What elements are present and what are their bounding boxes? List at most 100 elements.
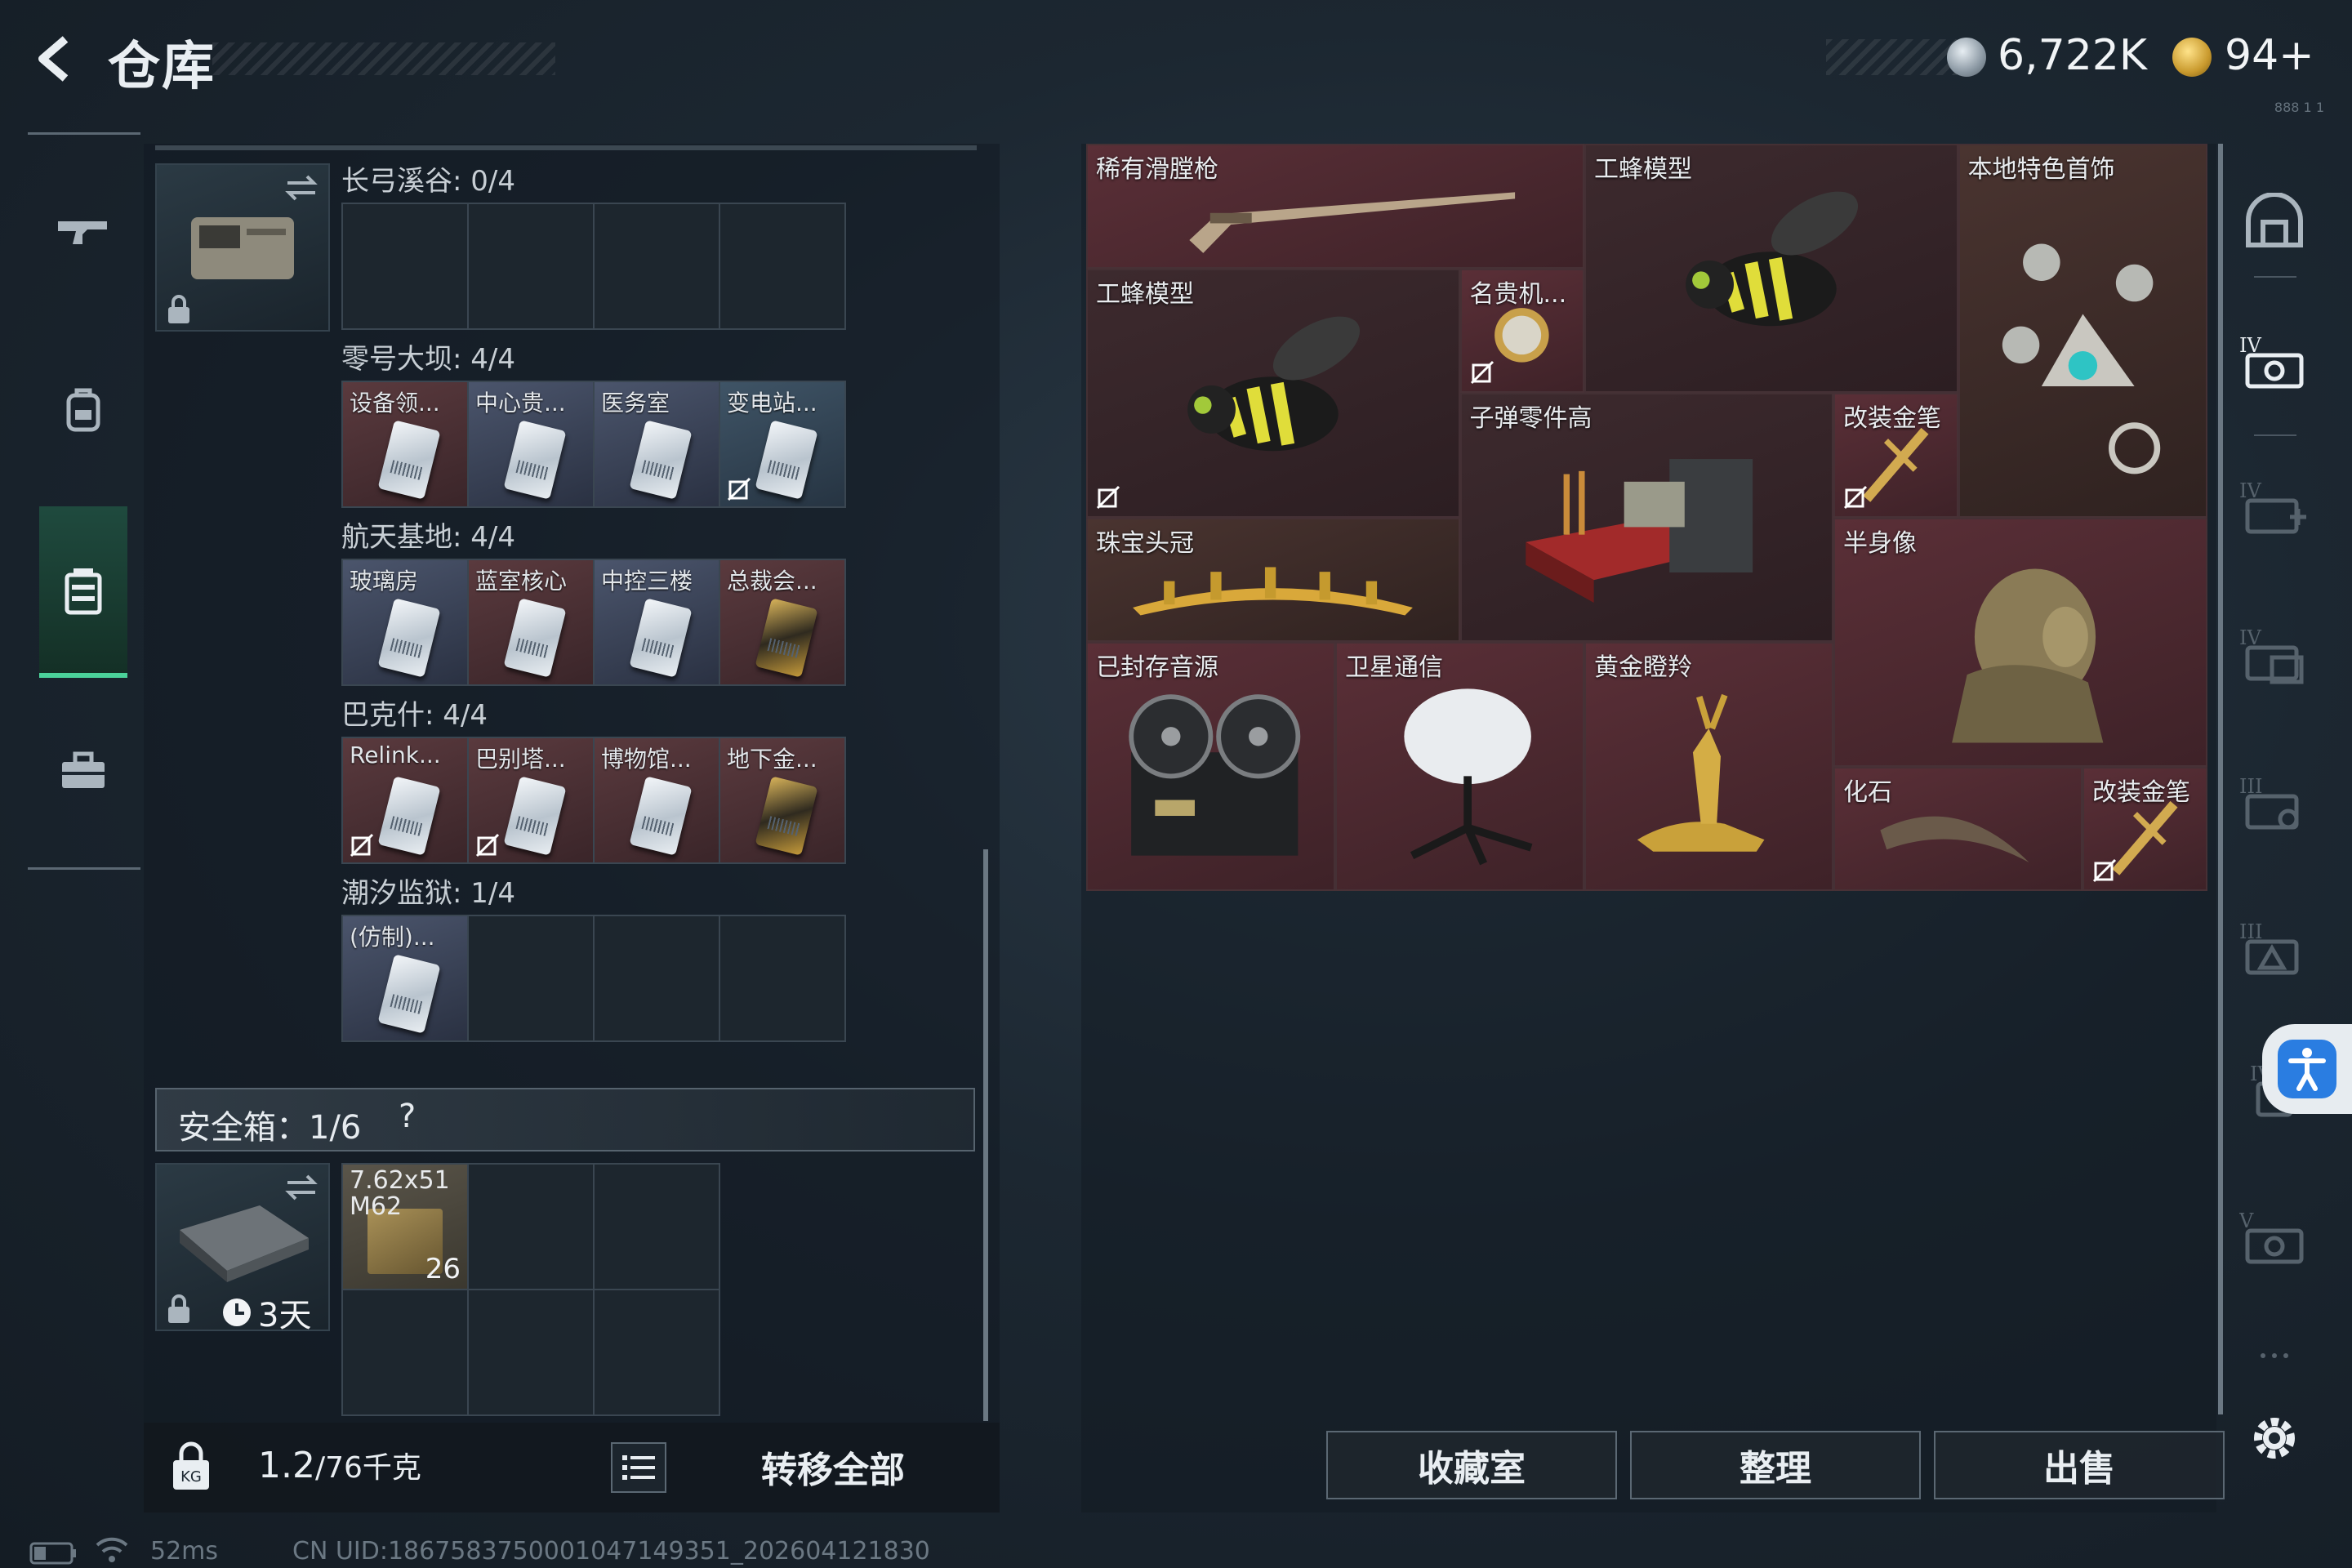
nav-briefcase[interactable] — [39, 727, 127, 815]
left-scrollbar[interactable] — [983, 849, 988, 1421]
empty-slot[interactable] — [343, 1290, 467, 1414]
empty-slot[interactable] — [595, 1165, 719, 1289]
sell-button[interactable]: 出售 — [1934, 1431, 2225, 1499]
empty-slot[interactable] — [595, 204, 719, 328]
empty-slot[interactable] — [469, 1165, 593, 1289]
lock-icon — [168, 295, 189, 323]
list-view-button[interactable] — [611, 1442, 666, 1493]
section-label: 零号大坝: 4/4 — [341, 343, 515, 376]
more-icon — [2261, 1353, 2288, 1358]
dish-art — [1356, 678, 1563, 875]
keycard-item[interactable]: 变电站... — [720, 382, 844, 506]
keycard-item[interactable]: Relink... — [343, 738, 467, 862]
stash-item[interactable]: 卫星通信 — [1335, 642, 1584, 891]
stash-item[interactable]: 工蜂模型 — [1086, 268, 1460, 518]
rail-more-icon[interactable] — [2238, 1331, 2311, 1380]
empty-slot[interactable] — [720, 204, 844, 328]
section-grid: 玻璃房 蓝室核心 中控三楼 总裁会... — [341, 559, 846, 686]
gold-currency-value[interactable]: 94+ — [2225, 31, 2314, 80]
stash-item[interactable]: 子弹零件高 — [1459, 393, 1833, 642]
nav-vest[interactable] — [39, 547, 127, 635]
ammo-name-line1: 7.62x51 — [350, 1166, 450, 1195]
ammo-item[interactable]: 7.62x51 M62 26 — [343, 1165, 467, 1289]
stash-item[interactable]: 黄金瞪羚 — [1584, 642, 1833, 891]
stash-item[interactable]: 名贵机... — [1459, 268, 1584, 393]
keycard-item[interactable]: 中心贵... — [469, 382, 593, 506]
keycard-item[interactable]: 博物馆... — [595, 738, 719, 862]
svg-text:KG: KG — [180, 1468, 202, 1486]
keycard-item[interactable]: 中控三楼 — [595, 560, 719, 684]
bust-art — [1864, 554, 2176, 751]
rail-tier4-safe[interactable]: IV — [2238, 325, 2311, 399]
empty-slot[interactable] — [469, 204, 593, 328]
stash-item[interactable]: 稀有滑膛枪 — [1086, 144, 1584, 269]
keycard-art — [377, 776, 441, 856]
keycard-label: 蓝室核心 — [475, 568, 568, 595]
stash-item[interactable]: 工蜂模型 — [1584, 144, 1958, 393]
keycard-item[interactable]: 总裁会... — [720, 560, 844, 684]
nav-weapons[interactable] — [39, 188, 127, 276]
collection-room-button[interactable]: 收藏室 — [1326, 1431, 1617, 1499]
stash-item[interactable]: 半身像 — [1833, 517, 2207, 767]
stash-item[interactable]: 本地特色首饰 — [1958, 144, 2207, 518]
nav-backpack[interactable] — [39, 366, 127, 454]
keycard-item[interactable]: 地下金... — [720, 738, 844, 862]
nav-bottom-rule — [28, 867, 140, 870]
empty-slot[interactable] — [720, 916, 844, 1040]
keycard-art — [377, 598, 441, 678]
weight-unit: /76千克 — [314, 1451, 421, 1485]
organize-button[interactable]: 整理 — [1630, 1431, 1921, 1499]
stash-item[interactable]: 改装金笔 — [2082, 766, 2207, 891]
accessibility-button[interactable] — [2262, 1024, 2352, 1114]
keycard-item[interactable]: 医务室 — [595, 382, 719, 506]
rail-filter-all[interactable] — [2238, 185, 2311, 258]
swap-icon[interactable] — [283, 1173, 320, 1202]
back-arrow-icon[interactable] — [29, 33, 82, 85]
keycard-item[interactable]: (仿制)... — [343, 916, 467, 1040]
stash-item[interactable]: 化石 — [1833, 766, 2082, 891]
keycard-item[interactable]: 玻璃房 — [343, 560, 467, 684]
tier3-warning-icon: III — [2239, 920, 2299, 975]
rail-tier4-docs[interactable]: IV — [2238, 617, 2311, 691]
stash-scrollbar[interactable] — [2218, 144, 2223, 1414]
empty-slot[interactable] — [343, 204, 467, 328]
help-icon[interactable]: ? — [399, 1098, 416, 1135]
stash-item-label: 工蜂模型 — [1096, 279, 1194, 309]
keycard-art — [755, 598, 818, 678]
settings-button[interactable] — [2238, 1401, 2311, 1475]
stash-item[interactable]: 珠宝头冠 — [1086, 517, 1460, 642]
keycard-item[interactable]: 巴别塔... — [469, 738, 593, 862]
keycard-label: 变电站... — [727, 390, 817, 416]
rail-tier3-keys[interactable]: III — [2238, 766, 2311, 840]
keycard-holder[interactable] — [155, 163, 330, 332]
keycard-art — [755, 420, 818, 500]
section-grid: (仿制)... — [341, 915, 846, 1042]
restricted-icon — [475, 833, 500, 858]
restricted-icon — [2092, 858, 2117, 883]
keycard-label: 中心贵... — [475, 390, 566, 416]
stash-item[interactable]: 已封存音源 — [1086, 642, 1335, 891]
nav-top-rule — [28, 132, 140, 135]
empty-slot[interactable] — [469, 1290, 593, 1414]
rail-tier4-medical[interactable]: IV — [2238, 470, 2311, 544]
tier4-safe-icon: IV — [2239, 334, 2304, 389]
section-label: 巴克什: 4/4 — [341, 699, 488, 732]
keycard-item[interactable]: 蓝室核心 — [469, 560, 593, 684]
accessibility-icon-bg — [2278, 1040, 2336, 1098]
rail-tier3-warning[interactable]: III — [2238, 911, 2311, 985]
lock-icon — [168, 1294, 189, 1323]
backpack-icon — [66, 388, 100, 432]
empty-slot[interactable] — [469, 916, 593, 1040]
empty-slot[interactable] — [595, 916, 719, 1040]
restricted-icon — [1096, 485, 1120, 509]
transfer-all-button[interactable]: 转移全部 — [702, 1431, 964, 1503]
keycard-label: 中控三楼 — [601, 568, 693, 595]
list-icon — [622, 1455, 655, 1480]
safe-box-label: 安全箱：1/6 — [178, 1109, 362, 1147]
rail-tier5-safe[interactable]: V — [2238, 1200, 2311, 1274]
swap-icon[interactable] — [283, 173, 320, 203]
stash-item[interactable]: 改装金笔 — [1833, 393, 1958, 518]
keycard-item[interactable]: 设备领... — [343, 382, 467, 506]
section-grid: Relink... 巴别塔... 博物馆... 地下金... — [341, 737, 846, 864]
empty-slot[interactable] — [595, 1290, 719, 1414]
